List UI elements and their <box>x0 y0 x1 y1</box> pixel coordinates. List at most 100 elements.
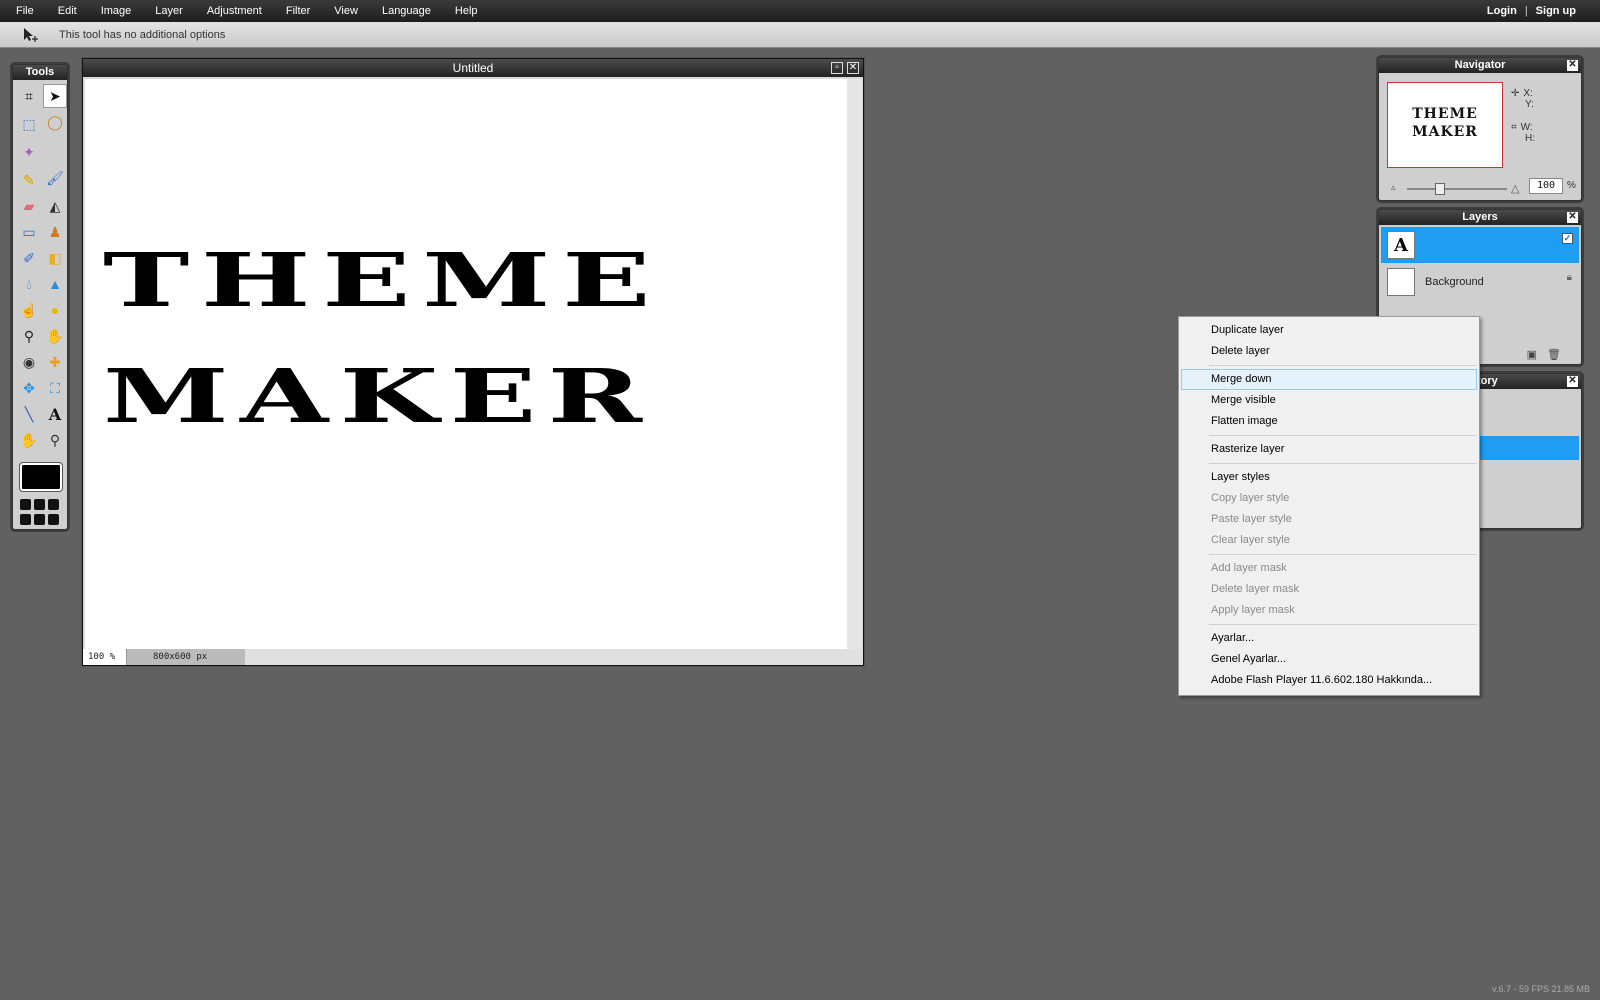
w-label: W: <box>1520 122 1533 133</box>
empty-tool-slot <box>43 138 67 162</box>
shape-icon[interactable]: ◧ <box>43 246 67 270</box>
zoom-in-icon[interactable]: △ <box>1511 182 1519 195</box>
menu-item-flatten-image[interactable]: Flatten image <box>1179 411 1479 432</box>
pencil-icon[interactable]: ✎ <box>17 168 41 192</box>
magic-wand-icon[interactable]: ✦ <box>17 140 41 164</box>
close-icon[interactable]: ✕ <box>1567 60 1578 71</box>
move-icon[interactable]: ➤ <box>43 84 67 108</box>
maximize-icon[interactable]: ▫ <box>831 62 843 74</box>
menu-file[interactable]: File <box>0 0 46 22</box>
bloat-icon[interactable]: ✥ <box>17 376 41 400</box>
tool-options-bar: This tool has no additional options <box>0 22 1600 48</box>
gradient-icon[interactable]: ▭ <box>17 220 41 244</box>
lock-icon: 🔒︎ <box>1566 272 1572 283</box>
menu-item-duplicate-layer[interactable]: Duplicate layer <box>1179 320 1479 341</box>
sponge-icon[interactable]: ● <box>43 298 67 322</box>
clone-stamp-icon[interactable]: ♟ <box>43 220 67 244</box>
type-icon[interactable]: A <box>43 402 67 426</box>
brush-icon[interactable]: 🖌︎ <box>43 166 67 190</box>
menu-item-ayarlar[interactable]: Ayarlar... <box>1179 628 1479 649</box>
y-label: Y: <box>1525 99 1534 110</box>
menu-separator <box>1209 463 1477 464</box>
hand-icon[interactable]: ✋ <box>17 428 41 452</box>
document-status-bar: 100 % 800x600 px <box>83 649 863 665</box>
zoom-out-icon[interactable]: ▵ <box>1391 182 1396 193</box>
menu-item-clear-layer-style: Clear layer style <box>1211 534 1290 546</box>
menu-help[interactable]: Help <box>443 0 490 22</box>
menu-edit[interactable]: Edit <box>46 0 89 22</box>
document-title-bar[interactable]: Untitled ▫ ✕ <box>83 59 863 77</box>
dodge-icon[interactable]: ⚲ <box>17 324 41 348</box>
zoom-icon[interactable]: ⚲ <box>43 428 67 452</box>
navigator-panel: Navigator ✕ THEME MAKER ✛ X: Y: ⌗ W: H: ▵ … <box>1378 57 1582 201</box>
paint-bucket-icon[interactable]: ◭ <box>43 194 67 218</box>
close-icon[interactable]: ✕ <box>1567 376 1578 387</box>
menu-image[interactable]: Image <box>89 0 144 22</box>
lasso-icon[interactable]: ◯ <box>43 110 67 134</box>
signup-link[interactable]: Sign up <box>1536 5 1576 17</box>
layers-title: Layers ✕ <box>1379 210 1581 225</box>
zoom-level[interactable]: 100 % <box>83 649 127 665</box>
menu-item-adobe-flash-player-11-6-602-180-hakk-nda[interactable]: Adobe Flash Player 11.6.602.180 Hakkında… <box>1179 670 1479 691</box>
navigator-title-text: Navigator <box>1454 59 1506 71</box>
history-title-text: tory <box>1477 375 1498 387</box>
menu-item-merge-visible[interactable]: Merge visible <box>1179 390 1479 411</box>
layer-thumbnail: A <box>1387 231 1415 259</box>
crosshair-icon: ✛ <box>1511 88 1520 99</box>
navigator-thumbnail[interactable]: THEME MAKER <box>1387 82 1503 168</box>
vertical-scrollbar[interactable] <box>847 79 862 649</box>
new-layer-icon[interactable]: ▣ <box>1527 348 1537 361</box>
red-eye-icon[interactable]: ◉ <box>17 350 41 374</box>
menu-item-delete-layer[interactable]: Delete layer <box>1179 341 1479 362</box>
menu-layer[interactable]: Layer <box>143 0 195 22</box>
document-window: Untitled ▫ ✕ THEME MAKER 100 % 800x600 p… <box>82 58 864 666</box>
zoom-slider-handle[interactable] <box>1435 183 1445 195</box>
color-replace-icon[interactable]: ✐ <box>17 246 41 270</box>
menu-filter[interactable]: Filter <box>274 0 322 22</box>
menu-item-rasterize-layer[interactable]: Rasterize layer <box>1179 439 1479 460</box>
sharpen-icon[interactable]: ▲ <box>43 272 67 296</box>
menu-item-genel-ayarlar[interactable]: Genel Ayarlar... <box>1179 649 1479 670</box>
burn-icon[interactable]: ✋ <box>43 324 67 348</box>
smudge-icon[interactable]: ☝ <box>17 298 41 322</box>
size-icon: ⌗ <box>1511 122 1517 133</box>
eraser-icon[interactable]: ▰ <box>17 194 41 218</box>
menu-item-layer-styles[interactable]: Layer styles <box>1179 467 1479 488</box>
layer-row-background[interactable]: Background 🔒︎ <box>1381 264 1579 300</box>
canvas[interactable]: THEME MAKER <box>85 79 847 649</box>
menu-item-merge-down[interactable]: Merge down <box>1181 369 1477 390</box>
menu-view[interactable]: View <box>322 0 370 22</box>
pinch-icon[interactable]: ⛶ <box>43 376 67 400</box>
tools-panel: Tools ⌗ ➤ ⬚ ◯ ✦ ✎ 🖌︎ ▰ ◭ ▭ ♟ ✐ ◧ 💧︎ ▲ ☝ ● ⚲ ✋ ◉ ✚ ✥ ⛶ ╲ A ✋ ⚲ <box>12 64 68 530</box>
tools-panel-title: Tools <box>13 65 67 80</box>
spot-heal-icon[interactable]: ✚ <box>43 350 67 374</box>
menu-separator <box>1209 435 1477 436</box>
close-icon[interactable]: ✕ <box>847 62 859 74</box>
foreground-color-swatch[interactable] <box>20 463 62 491</box>
menu-separator <box>1209 624 1477 625</box>
zoom-input[interactable]: 100 <box>1529 178 1563 194</box>
visibility-checkbox[interactable]: ✓ <box>1562 233 1573 244</box>
h-label: H: <box>1525 133 1535 144</box>
blur-icon[interactable]: 💧︎ <box>17 272 41 296</box>
marquee-icon[interactable]: ⬚ <box>17 112 41 136</box>
color-picker-icon[interactable]: ╲ <box>17 402 41 426</box>
canvas-text-theme: THEME <box>103 237 663 324</box>
tools-grid: ⌗ ➤ ⬚ ◯ ✦ ✎ 🖌︎ ▰ ◭ ▭ ♟ ✐ ◧ 💧︎ ▲ ☝ ● ⚲ ✋ ◉ ✚ ✥ ⛶ ╲ A ✋ ⚲ <box>13 80 67 456</box>
version-info: v.6.7 - 59 FPS 21.85 MB <box>1492 984 1590 994</box>
close-icon[interactable]: ✕ <box>1567 212 1578 223</box>
thumb-line2: MAKER <box>1412 124 1478 140</box>
crop-icon[interactable]: ⌗ <box>17 84 41 108</box>
login-link[interactable]: Login <box>1487 5 1517 17</box>
canvas-text-maker: MAKER <box>103 353 654 440</box>
menu-adjustment[interactable]: Adjustment <box>195 0 274 22</box>
x-label: X: <box>1523 88 1533 99</box>
menu-item-paste-layer-style: Paste layer style <box>1211 513 1292 525</box>
trash-icon[interactable]: 🗑︎ <box>1547 348 1561 361</box>
layer-row-text[interactable]: A ✓ <box>1381 227 1579 263</box>
zoom-slider[interactable]: ▵ △ <box>1387 182 1537 196</box>
view-grid-icon[interactable] <box>20 499 62 525</box>
menu-language[interactable]: Language <box>370 0 443 22</box>
menu-separator <box>1209 554 1477 555</box>
navigator-coords: ✛ X: Y: ⌗ W: H: <box>1511 88 1535 144</box>
